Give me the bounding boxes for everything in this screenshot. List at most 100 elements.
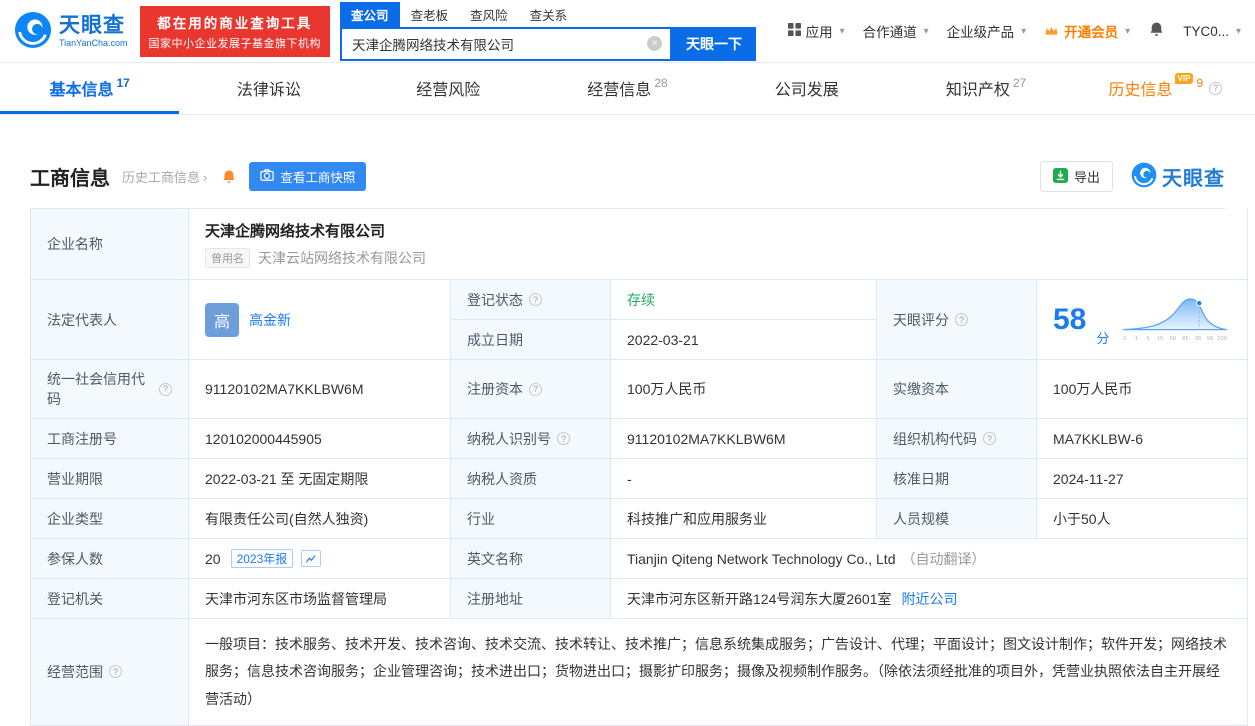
search-box (340, 26, 673, 61)
en-name: Tianjin Qiteng Network Technology Co., L… (627, 550, 896, 567)
field-value-credit-code: 91120102MA7KKLBW6M (189, 360, 451, 419)
legal-rep-avatar[interactable]: 高 (205, 302, 239, 337)
svg-text:99: 99 (1207, 336, 1213, 342)
field-label-score: 天眼评分 (877, 280, 1037, 360)
svg-text:100: 100 (1218, 336, 1228, 342)
nearby-companies-link[interactable]: 附近公司 (902, 589, 958, 609)
field-value-est-date: 2022-03-21 (611, 320, 877, 360)
history-business-info-link[interactable]: 历史工商信息 (122, 167, 207, 186)
search-tab-boss[interactable]: 查老板 (400, 2, 460, 27)
tab-history-info[interactable]: 历史信息 VIP 9 (1076, 62, 1255, 114)
credit-code-help-icon[interactable] (159, 382, 172, 396)
field-value-staff-size: 小于50人 (1037, 499, 1249, 539)
field-label-paid-capital: 实缴资本 (877, 360, 1037, 419)
camera-icon (260, 168, 275, 185)
tab-legal-proceedings[interactable]: 法律诉讼 (179, 62, 358, 114)
scope-label: 经营范围 (47, 663, 103, 680)
field-label-org-code: 组织机构代码 (877, 419, 1037, 459)
credit-code-label: 统一社会信用代码 (47, 371, 145, 407)
subscribe-bell[interactable] (221, 169, 237, 185)
tab-operation-risk[interactable]: 经营风险 (359, 62, 538, 114)
nav-open-vip[interactable]: 开通会员 (1044, 21, 1130, 41)
field-label-reg-capital: 注册资本 (451, 360, 611, 419)
field-label-industry: 行业 (451, 499, 611, 539)
taxpayer-id-help-icon[interactable] (557, 432, 570, 445)
field-label-scope: 经营范围 (31, 619, 189, 726)
field-value-reg-authority: 天津市河东区市场监督管理局 (189, 579, 451, 619)
score-label: 天眼评分 (893, 311, 949, 328)
field-label-taxpayer-quality: 纳税人资质 (451, 459, 611, 499)
field-value-paid-capital: 100万人民币 (1037, 360, 1249, 419)
svg-text:5: 5 (1147, 336, 1150, 342)
legal-rep-link[interactable]: 高金新 (249, 310, 291, 330)
insured-trend-icon[interactable] (301, 550, 322, 567)
notification-bell[interactable] (1148, 21, 1165, 41)
tianyancha-logo[interactable]: 天眼查 TianYanCha.com (14, 11, 128, 52)
search-button[interactable]: 天眼一下 (672, 26, 757, 61)
scope-help-icon[interactable] (109, 665, 122, 679)
field-value-scope: 一般项目：技术服务、技术开发、技术咨询、技术交流、技术转让、技术推广；信息系统集… (189, 619, 1249, 726)
field-value-legal-rep: 高 高金新 (189, 280, 451, 360)
field-value-company-name: 天津企腾网络技术有限公司 曾用名 天津云站网络技术有限公司 (189, 209, 1249, 280)
field-label-company-name: 企业名称 (31, 209, 189, 280)
apps-grid-icon (787, 23, 801, 39)
logo-title: 天眼查 (59, 13, 125, 37)
header-nav: 应用 合作通道 企业级产品 开通会员 TYC0... (787, 21, 1241, 41)
tab-operation-info-count: 28 (654, 76, 668, 90)
user-account-label: TYC0... (1183, 23, 1229, 39)
svg-text:0: 0 (1124, 336, 1127, 342)
tab-history-info-label: 历史信息 (1108, 82, 1173, 99)
tab-intellectual-property[interactable]: 知识产权 27 (896, 62, 1075, 114)
search-tab-relation[interactable]: 查关系 (519, 2, 579, 27)
annual-report-badge[interactable]: 2023年报 (230, 549, 294, 568)
reg-status-help-icon[interactable] (529, 293, 542, 306)
field-label-legal-rep: 法定代表人 (31, 280, 189, 360)
nav-enterprise[interactable]: 企业级产品 (947, 21, 1027, 41)
tab-operation-info[interactable]: 经营信息 28 (538, 62, 717, 114)
field-label-reg-authority: 登记机关 (31, 579, 189, 619)
section-title: 工商信息 (30, 168, 110, 190)
tab-company-development[interactable]: 公司发展 (717, 62, 896, 114)
bell-icon (1148, 21, 1165, 41)
nav-apps[interactable]: 应用 (787, 21, 845, 41)
nav-enterprise-label: 企业级产品 (946, 25, 1015, 40)
nav-partner[interactable]: 合作通道 (863, 21, 929, 41)
search-area: 查公司 查老板 查风险 查关系 天眼一下 (340, 1, 757, 61)
score-value: 58 (1053, 302, 1087, 336)
business-snapshot-button[interactable]: 查看工商快照 (249, 162, 367, 191)
export-label: 导出 (1073, 170, 1100, 185)
score-help-icon[interactable] (955, 313, 968, 326)
field-label-reg-number: 工商注册号 (31, 419, 189, 459)
export-button[interactable]: 导出 (1039, 161, 1113, 192)
search-input[interactable] (342, 36, 671, 51)
user-account[interactable]: TYC0... (1183, 24, 1241, 39)
crown-icon (1044, 24, 1059, 39)
business-info-section-header: 工商信息 历史工商信息 查看工商快照 导出 天眼查 (30, 161, 1225, 192)
export-excel-icon (1052, 167, 1068, 186)
reg-capital-help-icon[interactable] (529, 382, 542, 396)
history-help-icon[interactable] (1209, 81, 1223, 95)
nav-open-vip-label: 开通会员 (1064, 25, 1119, 40)
field-value-insured: 20 2023年报 (189, 539, 451, 579)
clear-search-icon[interactable] (647, 36, 663, 51)
insured-count: 20 (205, 550, 221, 567)
taxpayer-id-label: 纳税人识别号 (467, 430, 551, 447)
field-value-taxpayer-id: 91120102MA7KKLBW6M (611, 419, 877, 459)
field-label-approval-date: 核准日期 (877, 459, 1037, 499)
search-tab-company[interactable]: 查公司 (340, 1, 400, 27)
tab-basic-info[interactable]: 基本信息 17 (0, 62, 180, 114)
field-label-en-name: 英文名称 (451, 539, 611, 579)
tab-legal-proceedings-label: 法律诉讼 (236, 82, 301, 99)
field-value-reg-status: 存续 (611, 280, 877, 320)
org-code-help-icon[interactable] (983, 432, 996, 445)
field-label-credit-code: 统一社会信用代码 (31, 360, 189, 419)
former-name: 天津云站网络技术有限公司 (258, 250, 426, 266)
tab-operation-info-label: 经营信息 (587, 82, 652, 99)
tab-basic-info-count: 17 (116, 76, 130, 90)
search-tab-risk[interactable]: 查风险 (459, 2, 519, 27)
field-value-org-code: MA7KKLBW-6 (1037, 419, 1249, 459)
field-value-reg-capital: 100万人民币 (611, 360, 877, 419)
top-header: 天眼查 TianYanCha.com 都在用的商业查询工具 国家中小企业发展子基… (0, 0, 1255, 62)
svg-text:1: 1 (1135, 336, 1138, 342)
watermark-logo-icon (1131, 162, 1157, 191)
